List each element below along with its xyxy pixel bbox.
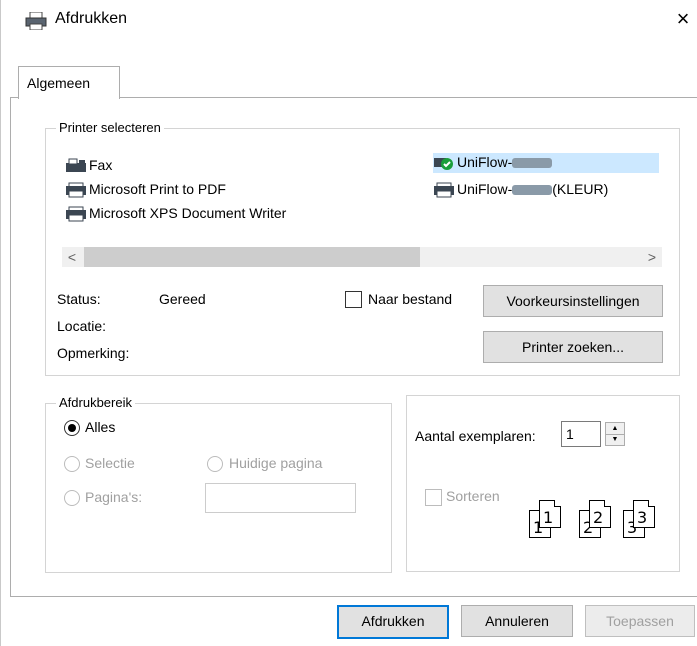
printer-list-scrollbar[interactable]: < > xyxy=(62,247,662,267)
printer-name: UniFlow- (KLEUR) xyxy=(457,181,609,197)
range-pages-radio[interactable] xyxy=(64,490,80,506)
range-all-radio[interactable] xyxy=(64,420,80,436)
redacted-block xyxy=(512,158,553,169)
redacted-block xyxy=(512,185,553,196)
printer-name: UniFlow- xyxy=(457,154,553,170)
copies-value: 1 xyxy=(566,426,574,442)
copies-spinner[interactable]: ▲ ▼ xyxy=(605,422,625,446)
collate-checkbox[interactable] xyxy=(425,489,442,506)
printer-item-print-to-pdf[interactable]: Microsoft Print to PDF xyxy=(65,181,295,201)
range-pages-label: Pagina's: xyxy=(85,489,143,505)
printer-icon xyxy=(25,11,47,31)
tab-label: Algemeen xyxy=(27,75,91,91)
close-button[interactable]: × xyxy=(669,5,697,33)
range-selection-label: Selectie xyxy=(85,455,135,471)
cancel-button[interactable]: Annuleren xyxy=(461,605,573,637)
collate-page: 2 xyxy=(589,500,611,528)
copies-group xyxy=(406,395,680,572)
collate-illustration: 1 1 2 2 3 3 xyxy=(521,498,671,538)
window-title: Afdrukken xyxy=(55,10,128,27)
collate-page: 1 xyxy=(539,500,561,528)
printer-icon xyxy=(66,182,86,198)
range-all-label: Alles xyxy=(85,419,116,435)
location-label: Locatie: xyxy=(57,318,107,334)
copies-input[interactable]: 1 xyxy=(561,421,601,447)
printer-icon xyxy=(434,182,454,198)
tab-general[interactable]: Algemeen xyxy=(18,66,120,99)
close-icon: × xyxy=(676,6,690,31)
scrollbar-thumb[interactable] xyxy=(84,247,420,267)
spin-down-icon[interactable]: ▼ xyxy=(606,434,624,445)
page-range-legend: Afdrukbereik xyxy=(56,395,135,410)
comment-label: Opmerking: xyxy=(57,345,130,361)
collate-label: Sorteren xyxy=(446,488,500,504)
print-dialog: Afdrukken × Algemeen Printer selecteren … xyxy=(0,0,697,646)
range-current-page-label: Huidige pagina xyxy=(229,455,323,471)
printer-item-xps-writer[interactable]: Microsoft XPS Document Writer xyxy=(65,205,365,225)
printer-name: Microsoft XPS Document Writer xyxy=(89,205,287,221)
printer-item-fax[interactable]: Fax xyxy=(65,157,185,177)
print-to-file-label: Naar bestand xyxy=(368,291,453,307)
print-button[interactable]: Afdrukken xyxy=(337,605,449,639)
print-to-file-checkbox[interactable] xyxy=(345,291,362,308)
printer-icon xyxy=(66,206,86,222)
title-bar: Afdrukken × xyxy=(1,0,697,40)
printer-name: Microsoft Print to PDF xyxy=(89,181,226,197)
printer-name: Fax xyxy=(89,157,113,173)
scroll-left-icon[interactable]: < xyxy=(62,247,82,267)
printer-item-uniflow[interactable]: UniFlow- xyxy=(433,153,659,173)
find-printer-button[interactable]: Printer zoeken... xyxy=(483,331,663,363)
printer-item-uniflow-kleur[interactable]: UniFlow- (KLEUR) xyxy=(433,181,663,201)
pages-input[interactable] xyxy=(205,483,356,513)
apply-button[interactable]: Toepassen xyxy=(585,605,695,637)
printer-default-icon xyxy=(434,158,453,170)
fax-icon xyxy=(66,158,86,172)
status-value: Gereed xyxy=(159,291,206,307)
status-label: Status: xyxy=(57,291,101,307)
range-selection-radio[interactable] xyxy=(64,456,80,472)
printer-group-legend: Printer selecteren xyxy=(56,120,164,135)
scroll-right-icon[interactable]: > xyxy=(642,247,662,267)
preferences-button[interactable]: Voorkeursinstellingen xyxy=(483,285,663,317)
collate-page: 3 xyxy=(633,500,655,528)
copies-label: Aantal exemplaren: xyxy=(415,428,536,444)
range-current-page-radio[interactable] xyxy=(207,456,223,472)
